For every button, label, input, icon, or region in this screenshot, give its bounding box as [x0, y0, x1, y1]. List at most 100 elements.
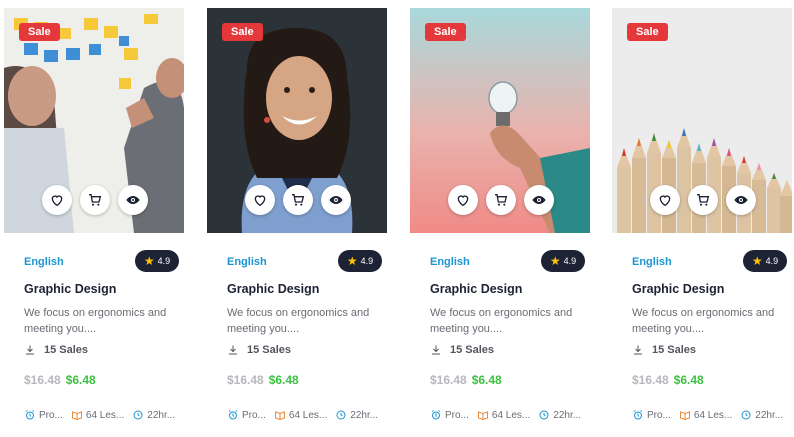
alarm-clock-icon: [25, 410, 35, 420]
rating-badge: ★ 4.9: [135, 250, 179, 272]
eye-icon: [126, 196, 140, 204]
sales-label: 15 Sales: [44, 344, 89, 356]
clock-icon: [741, 410, 751, 420]
quick-view-button[interactable]: [321, 185, 351, 215]
sale-badge: Sale: [627, 23, 668, 41]
download-icon: [229, 345, 237, 355]
course-description: We focus on ergonomics and meeting you..…: [227, 307, 370, 335]
download-icon: [432, 345, 440, 355]
meta-duration: 22hr...: [350, 409, 379, 421]
sales-count: 15 Sales: [227, 344, 291, 356]
rating-badge: ★ 4.9: [743, 250, 787, 272]
meta-level: Pro...: [39, 409, 63, 421]
alarm-clock-icon: [431, 410, 441, 420]
meta-lessons: 64 Les...: [288, 409, 328, 421]
meta-lessons: 64 Les...: [85, 409, 125, 421]
eye-icon: [329, 196, 343, 204]
cart-icon: [495, 194, 508, 206]
star-icon: ★: [346, 254, 358, 268]
clock-icon: [133, 410, 143, 420]
course-card[interactable]: Sale English ★ 4.9 Graphic Design We focu…: [207, 8, 387, 437]
course-category-link[interactable]: English: [430, 256, 470, 268]
cart-icon: [697, 194, 710, 206]
course-category-link[interactable]: English: [227, 256, 267, 268]
add-to-cart-button[interactable]: [486, 185, 516, 215]
old-price: $16.48: [227, 373, 264, 387]
wishlist-button[interactable]: [448, 185, 478, 215]
wishlist-button[interactable]: [650, 185, 680, 215]
meta-duration: 22hr...: [147, 409, 176, 421]
card-actions: [245, 185, 351, 215]
course-image-pencils[interactable]: Sale: [612, 8, 792, 233]
course-card[interactable]: Sale English ★ 4.9 Graphic Design We focu…: [4, 8, 184, 437]
book-icon: [477, 411, 488, 421]
course-title-link[interactable]: Graphic Design: [24, 282, 116, 296]
alarm-clock-icon: [228, 410, 238, 420]
course-category-link[interactable]: English: [24, 256, 64, 268]
sales-label: 15 Sales: [450, 344, 495, 356]
meta-lessons: 64 Les...: [491, 409, 531, 421]
new-price: $6.48: [268, 373, 299, 387]
add-to-cart-button[interactable]: [80, 185, 110, 215]
download-icon: [634, 345, 642, 355]
meta-level: Pro...: [445, 409, 469, 421]
book-icon: [274, 411, 285, 421]
course-meta: Pro... 64 Les... 22hr...: [227, 409, 378, 421]
price: $16.48 $6.48: [430, 373, 502, 387]
clock-icon: [336, 410, 346, 420]
alarm-clock-icon: [633, 410, 643, 420]
price: $16.48 $6.48: [24, 373, 96, 387]
course-card[interactable]: Sale English ★ 4.9 Graphic Design We focu…: [410, 8, 590, 437]
eye-icon: [532, 196, 546, 204]
course-title-link[interactable]: Graphic Design: [227, 282, 319, 296]
rating-value: 4.9: [157, 256, 171, 266]
star-icon: ★: [751, 254, 763, 268]
rating-value: 4.9: [563, 256, 577, 266]
add-to-cart-button[interactable]: [688, 185, 718, 215]
quick-view-button[interactable]: [726, 185, 756, 215]
rating-value: 4.9: [765, 256, 779, 266]
price: $16.48 $6.48: [632, 373, 704, 387]
course-image-lightbulb[interactable]: Sale: [410, 8, 590, 233]
course-category-link[interactable]: English: [632, 256, 672, 268]
wishlist-button[interactable]: [245, 185, 275, 215]
cart-icon: [89, 194, 102, 206]
course-meta: Pro... 64 Les... 22hr...: [24, 409, 175, 421]
course-title-link[interactable]: Graphic Design: [430, 282, 522, 296]
sale-badge: Sale: [19, 23, 60, 41]
star-icon: ★: [549, 254, 561, 268]
wishlist-button[interactable]: [42, 185, 72, 215]
quick-view-button[interactable]: [524, 185, 554, 215]
book-icon: [679, 411, 690, 421]
card-actions: [42, 185, 148, 215]
add-to-cart-button[interactable]: [283, 185, 313, 215]
sale-badge: Sale: [222, 23, 263, 41]
meta-duration: 22hr...: [755, 409, 784, 421]
clock-icon: [539, 410, 549, 420]
sales-count: 15 Sales: [430, 344, 494, 356]
eye-icon: [734, 196, 748, 204]
new-price: $6.48: [673, 373, 704, 387]
course-title-link[interactable]: Graphic Design: [632, 282, 724, 296]
heart-icon: [51, 195, 63, 207]
cart-icon: [292, 194, 305, 206]
sale-badge: Sale: [425, 23, 466, 41]
download-icon: [26, 345, 34, 355]
course-image-portrait[interactable]: Sale: [207, 8, 387, 233]
book-icon: [71, 411, 82, 421]
sales-label: 15 Sales: [652, 344, 697, 356]
course-image-whiteboard[interactable]: Sale: [4, 8, 184, 233]
card-actions: [650, 185, 756, 215]
course-meta: Pro... 64 Les... 22hr...: [430, 409, 581, 421]
heart-icon: [659, 195, 671, 207]
old-price: $16.48: [24, 373, 61, 387]
rating-value: 4.9: [360, 256, 374, 266]
quick-view-button[interactable]: [118, 185, 148, 215]
heart-icon: [254, 195, 266, 207]
meta-level: Pro...: [242, 409, 266, 421]
old-price: $16.48: [632, 373, 669, 387]
new-price: $6.48: [65, 373, 96, 387]
old-price: $16.48: [430, 373, 467, 387]
course-card[interactable]: Sale English ★ 4.9 Graphic Design We focu…: [612, 8, 792, 437]
price: $16.48 $6.48: [227, 373, 299, 387]
